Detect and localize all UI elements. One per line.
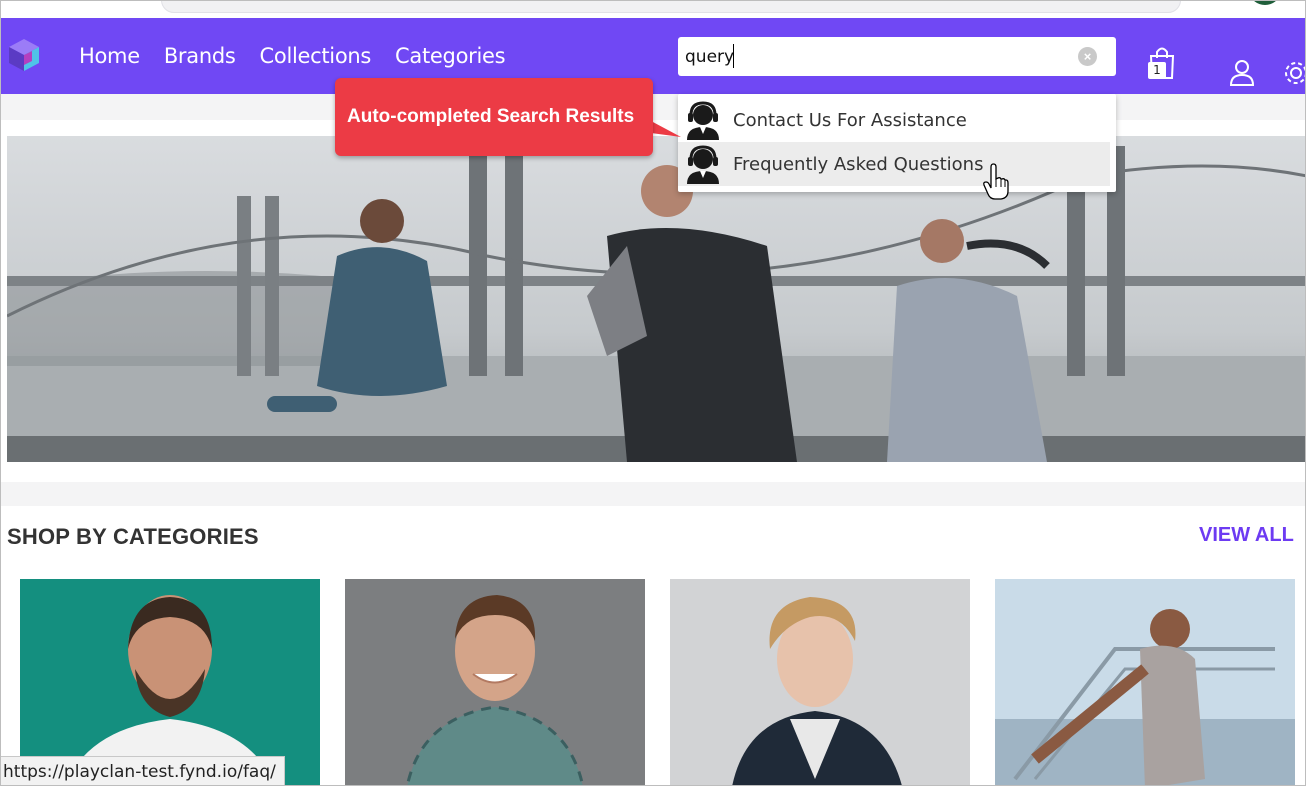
clear-icon[interactable]: × [1078,47,1097,66]
support-agent-icon [687,101,719,140]
hand-cursor-icon [983,163,1009,200]
nav-brands[interactable]: Brands [164,44,236,68]
callout-text: Auto-completed Search Results [347,106,635,127]
browser-viewport: Home Brands Collections Categories × 1 [0,0,1306,786]
category-card[interactable] [345,579,645,786]
autocomplete-item-label: Frequently Asked Questions [733,153,984,175]
status-bar-url: https://playclan-test.fynd.io/faq/ [1,756,285,785]
category-card[interactable] [20,579,320,786]
category-card[interactable] [995,579,1295,786]
user-icon[interactable] [1229,59,1255,87]
support-agent-icon [687,145,719,184]
search-input[interactable] [685,44,1065,69]
nav-categories[interactable]: Categories [395,44,506,68]
view-all-link[interactable]: VIEW ALL [1199,524,1294,547]
autocomplete-dropdown: Contact Us For Assistance Frequently Ask… [678,94,1116,192]
search-box: × [678,37,1116,76]
autocomplete-item[interactable]: Frequently Asked Questions [678,142,1110,186]
text-caret [733,44,734,68]
callout-pointer [651,121,681,137]
brand-logo-icon[interactable] [5,37,43,73]
main-nav: Home Brands Collections Categories [79,44,506,68]
address-bar[interactable] [161,1,1181,13]
site-header: Home Brands Collections Categories × [1,18,1306,94]
section-spacer [1,482,1305,506]
cart-count-badge: 1 [1148,62,1166,79]
annotation-callout: Auto-completed Search Results [335,78,653,156]
category-card[interactable] [670,579,970,786]
browser-url-strip [1,1,1305,18]
nav-home[interactable]: Home [79,44,140,68]
nav-collections[interactable]: Collections [260,44,372,68]
section-title: SHOP BY CATEGORIES [7,524,259,549]
autocomplete-item[interactable]: Contact Us For Assistance [678,98,1110,142]
gear-icon[interactable] [1283,59,1306,87]
autocomplete-item-label: Contact Us For Assistance [733,109,967,131]
browser-profile-avatar[interactable] [1251,1,1279,5]
